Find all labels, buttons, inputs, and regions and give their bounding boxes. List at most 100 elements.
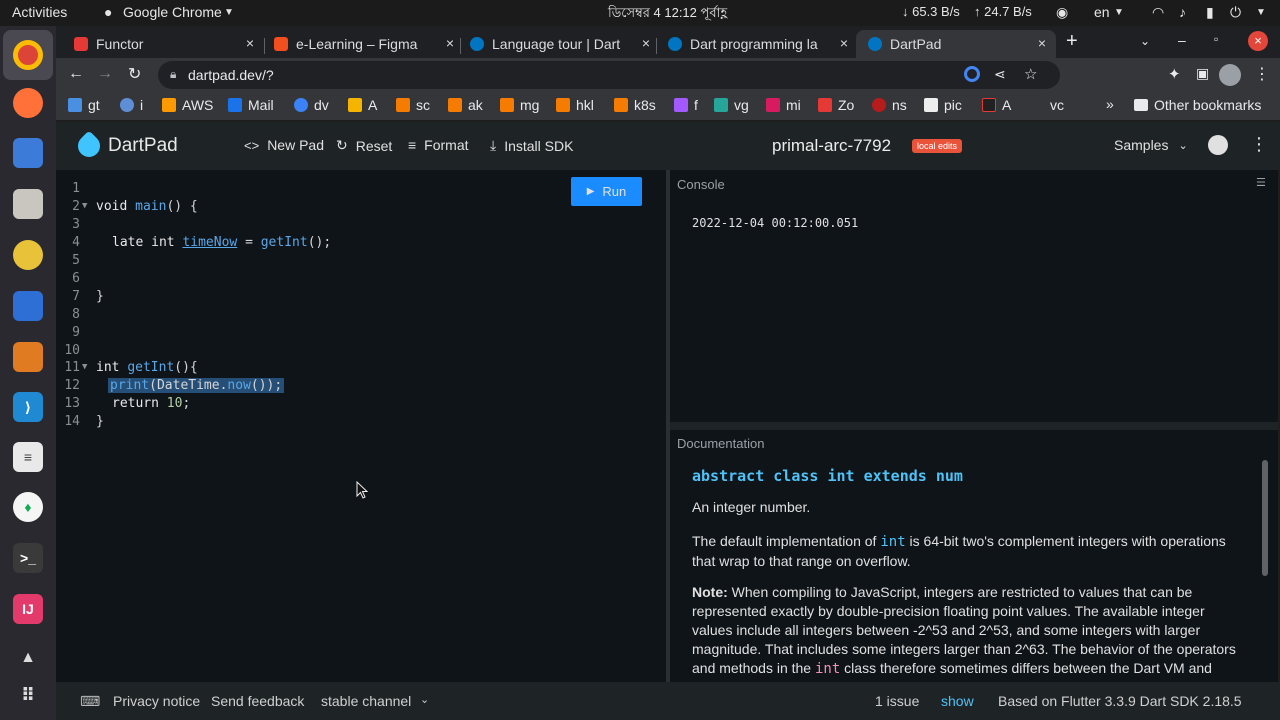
chrome-dock-icon[interactable]	[13, 40, 43, 70]
dartpad-logo[interactable]: DartPad	[108, 135, 178, 157]
files-dock-icon[interactable]	[13, 189, 43, 219]
app-dock-icon[interactable]: ▲	[13, 643, 43, 673]
rhythmbox-dock-icon[interactable]	[13, 240, 43, 270]
install-sdk-button[interactable]: ⤓ Install SDK	[490, 137, 573, 154]
minimize-button[interactable]: –	[1178, 32, 1186, 48]
bookmark-f[interactable]: f	[674, 97, 698, 113]
tab-close-icon[interactable]: ×	[446, 35, 454, 51]
lock-icon[interactable]: 🔒︎	[170, 67, 176, 82]
samples-dropdown[interactable]: Samples ⌄	[1114, 137, 1188, 153]
show-applications-icon[interactable]: ⠿	[13, 680, 43, 710]
address-bar[interactable]: 🔒︎ dartpad.dev/? ⋖ ☆	[158, 61, 1060, 89]
tab-dart-programming[interactable]: Dart programming la ×	[668, 30, 858, 58]
url-text[interactable]: dartpad.dev/?	[188, 67, 274, 83]
intellij-dock-icon[interactable]: IJ	[13, 594, 43, 624]
tab-language-tour[interactable]: Language tour | Dart ×	[470, 30, 660, 58]
volume-icon[interactable]: ♪	[1179, 4, 1186, 20]
app-menu[interactable]: Google Chrome	[123, 4, 222, 20]
horizontal-splitter[interactable]	[670, 422, 1278, 430]
new-pad-button[interactable]: <> New Pad	[244, 137, 324, 153]
bookmark-aws[interactable]: AWS	[162, 97, 213, 113]
reset-button[interactable]: ↻ Reset	[336, 137, 392, 154]
keyboard-shortcuts-icon[interactable]: ⌨	[80, 693, 100, 710]
privacy-notice-link[interactable]: Privacy notice	[113, 693, 200, 709]
close-window-button[interactable]: ×	[1248, 31, 1268, 51]
other-bookmarks[interactable]: Other bookmarks	[1134, 97, 1261, 113]
bookmark-pic[interactable]: pic	[924, 97, 962, 113]
bookmark-github[interactable]: i	[120, 97, 143, 113]
bookmark-gt[interactable]: gt	[68, 97, 100, 113]
forward-icon[interactable]: →	[97, 65, 113, 83]
side-panel-icon[interactable]: ▣	[1196, 65, 1209, 82]
language-indicator[interactable]: en	[1094, 4, 1110, 20]
chevron-down-icon[interactable]: ⌄	[420, 693, 429, 706]
pad-name[interactable]: primal-arc-7792	[772, 136, 891, 156]
activities-button[interactable]: Activities	[12, 4, 67, 20]
bookmark-ak[interactable]: ak	[448, 97, 483, 113]
bookmark-a2[interactable]: A	[982, 97, 1011, 113]
github-icon[interactable]	[1208, 135, 1228, 155]
bookmark-mi[interactable]: mi	[766, 97, 801, 113]
language-dropdown-icon[interactable]: ▼	[1114, 7, 1124, 18]
tab-close-icon[interactable]: ×	[1038, 35, 1046, 51]
bookmark-icon	[614, 98, 628, 112]
dartpad-footer: ⌨ Privacy notice Send feedback stable ch…	[56, 682, 1280, 720]
show-issues-link[interactable]: show	[941, 693, 974, 709]
tab-close-icon[interactable]: ×	[642, 35, 650, 51]
bookmark-zo[interactable]: Zo	[818, 97, 854, 113]
wifi-icon[interactable]: ◠	[1152, 4, 1164, 21]
doc-scrollbar[interactable]	[1262, 460, 1268, 576]
fold-arrow-icon[interactable]: ▼	[82, 201, 87, 211]
chrome-menu-icon[interactable]: ⋮	[1254, 64, 1270, 84]
bookmarks-overflow[interactable]: »	[1106, 96, 1114, 112]
extensions-icon[interactable]: ✦	[1168, 65, 1181, 83]
profile-avatar[interactable]	[1219, 64, 1241, 86]
maximize-button[interactable]: ▫	[1214, 32, 1218, 46]
bookmark-a[interactable]: A	[348, 97, 377, 113]
vscode-dock-icon[interactable]: ⟩	[13, 392, 43, 422]
power-icon[interactable]: ⏻	[1230, 4, 1241, 21]
send-feedback-link[interactable]: Send feedback	[211, 693, 304, 709]
screenshot-dock-icon[interactable]	[13, 138, 43, 168]
bookmark-star-icon[interactable]: ☆	[1024, 65, 1037, 83]
text-editor-dock-icon[interactable]: ≡	[13, 442, 43, 472]
tab-dartpad[interactable]: DartPad ×	[856, 30, 1056, 58]
share-icon[interactable]: ⋖	[994, 66, 1006, 83]
mongodb-compass-dock-icon[interactable]: ♦	[13, 492, 43, 522]
google-lens-icon[interactable]	[964, 66, 980, 82]
code-editor[interactable]: ▶ Run 1 2 ▼ void main() { 3 4 late int timeN…	[56, 170, 666, 682]
tab-functor[interactable]: Functor ×	[74, 30, 264, 58]
fold-arrow-icon[interactable]: ▼	[82, 362, 87, 372]
format-button[interactable]: ≡ Format	[408, 137, 469, 153]
bookmark-vg[interactable]: vg	[714, 97, 749, 113]
run-button[interactable]: ▶ Run	[571, 177, 642, 206]
bookmark-hkl[interactable]: hkl	[556, 97, 594, 113]
github-icon	[120, 98, 134, 112]
tab-search-icon[interactable]: ⌄	[1140, 34, 1150, 48]
tray-app-icon[interactable]: ◉	[1056, 4, 1068, 21]
bookmark-ns[interactable]: ns	[872, 97, 907, 113]
system-menu-dropdown-icon[interactable]: ▼	[1256, 7, 1266, 18]
bookmark-vc[interactable]: vc	[1050, 97, 1064, 113]
firefox-dock-icon[interactable]	[13, 88, 43, 118]
bookmark-k8s[interactable]: k8s	[614, 97, 656, 113]
tab-close-icon[interactable]: ×	[840, 35, 848, 51]
tab-figma[interactable]: e-Learning – Figma ×	[274, 30, 464, 58]
tab-close-icon[interactable]: ×	[246, 35, 254, 51]
more-menu-icon[interactable]: ⋮	[1250, 134, 1268, 155]
channel-selector[interactable]: stable channel	[321, 693, 411, 709]
bookmark-dv[interactable]: dv	[294, 97, 329, 113]
back-icon[interactable]: ←	[68, 65, 84, 83]
bookmark-mail[interactable]: Mail	[228, 97, 274, 113]
bookmark-sc[interactable]: sc	[396, 97, 430, 113]
new-tab-button[interactable]: +	[1066, 30, 1078, 53]
terminal-dock-icon[interactable]: >_	[13, 543, 43, 573]
clock[interactable]: ডিসেম্বর 4 12:12 পূর্বাহ্ণ	[608, 4, 727, 25]
writer-dock-icon[interactable]	[13, 291, 43, 321]
clear-console-icon[interactable]: ☰	[1256, 176, 1266, 189]
impress-dock-icon[interactable]	[13, 342, 43, 372]
reload-icon[interactable]: ↻	[128, 64, 141, 84]
bookmark-mg[interactable]: mg	[500, 97, 539, 113]
app-menu-dropdown-icon[interactable]: ▼	[224, 7, 234, 18]
microphone-icon[interactable]: ▮	[1206, 4, 1214, 21]
